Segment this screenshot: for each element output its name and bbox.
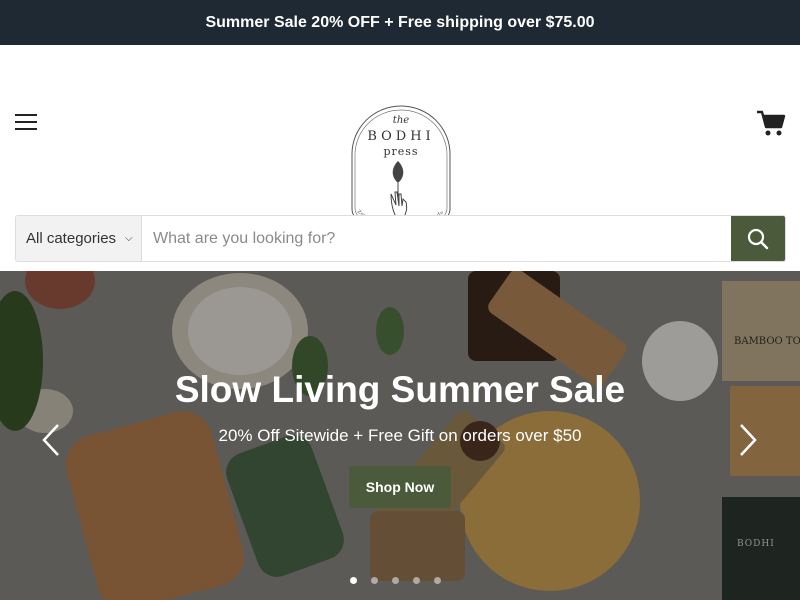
shop-now-button[interactable]: Shop Now [349,466,451,508]
chevron-down-icon: ⌵ [125,233,133,244]
carousel-next-arrow-icon[interactable] [738,423,758,457]
logo-press: press [383,145,419,158]
carousel-dot-4[interactable] [413,577,420,584]
search-input[interactable] [142,216,731,261]
carousel-dot-2[interactable] [371,577,378,584]
search-button[interactable] [731,216,785,261]
carousel-dot-3[interactable] [392,577,399,584]
carousel-dot-1[interactable] [350,577,357,584]
hero-carousel: BAMBOO TOO BODHI Slow Living Summer Sale… [0,271,800,600]
search-bar: All categories ⌵ [15,215,786,262]
hero-subtitle: 20% Off Sitewide + Free Gift on orders o… [218,426,582,445]
logo-the: the [392,115,410,126]
carousel-dot-5[interactable] [434,577,441,584]
carousel-dots [350,577,441,584]
logo-name: BODHI [367,129,435,144]
category-label: All categories [26,230,117,247]
announcement-text: Summer Sale 20% OFF + Free shipping over… [205,13,595,31]
shopping-cart-icon[interactable] [756,109,786,137]
category-dropdown[interactable]: All categories ⌵ [16,216,142,261]
search-icon [747,228,769,249]
announcement-bar: Summer Sale 20% OFF + Free shipping over… [0,0,800,45]
hamburger-menu-icon[interactable] [15,114,37,131]
hero-title: Slow Living Summer Sale [174,369,626,410]
carousel-prev-arrow-icon[interactable] [41,423,61,457]
site-header: Zen and Sustainable Living Made Easy the… [0,45,800,234]
